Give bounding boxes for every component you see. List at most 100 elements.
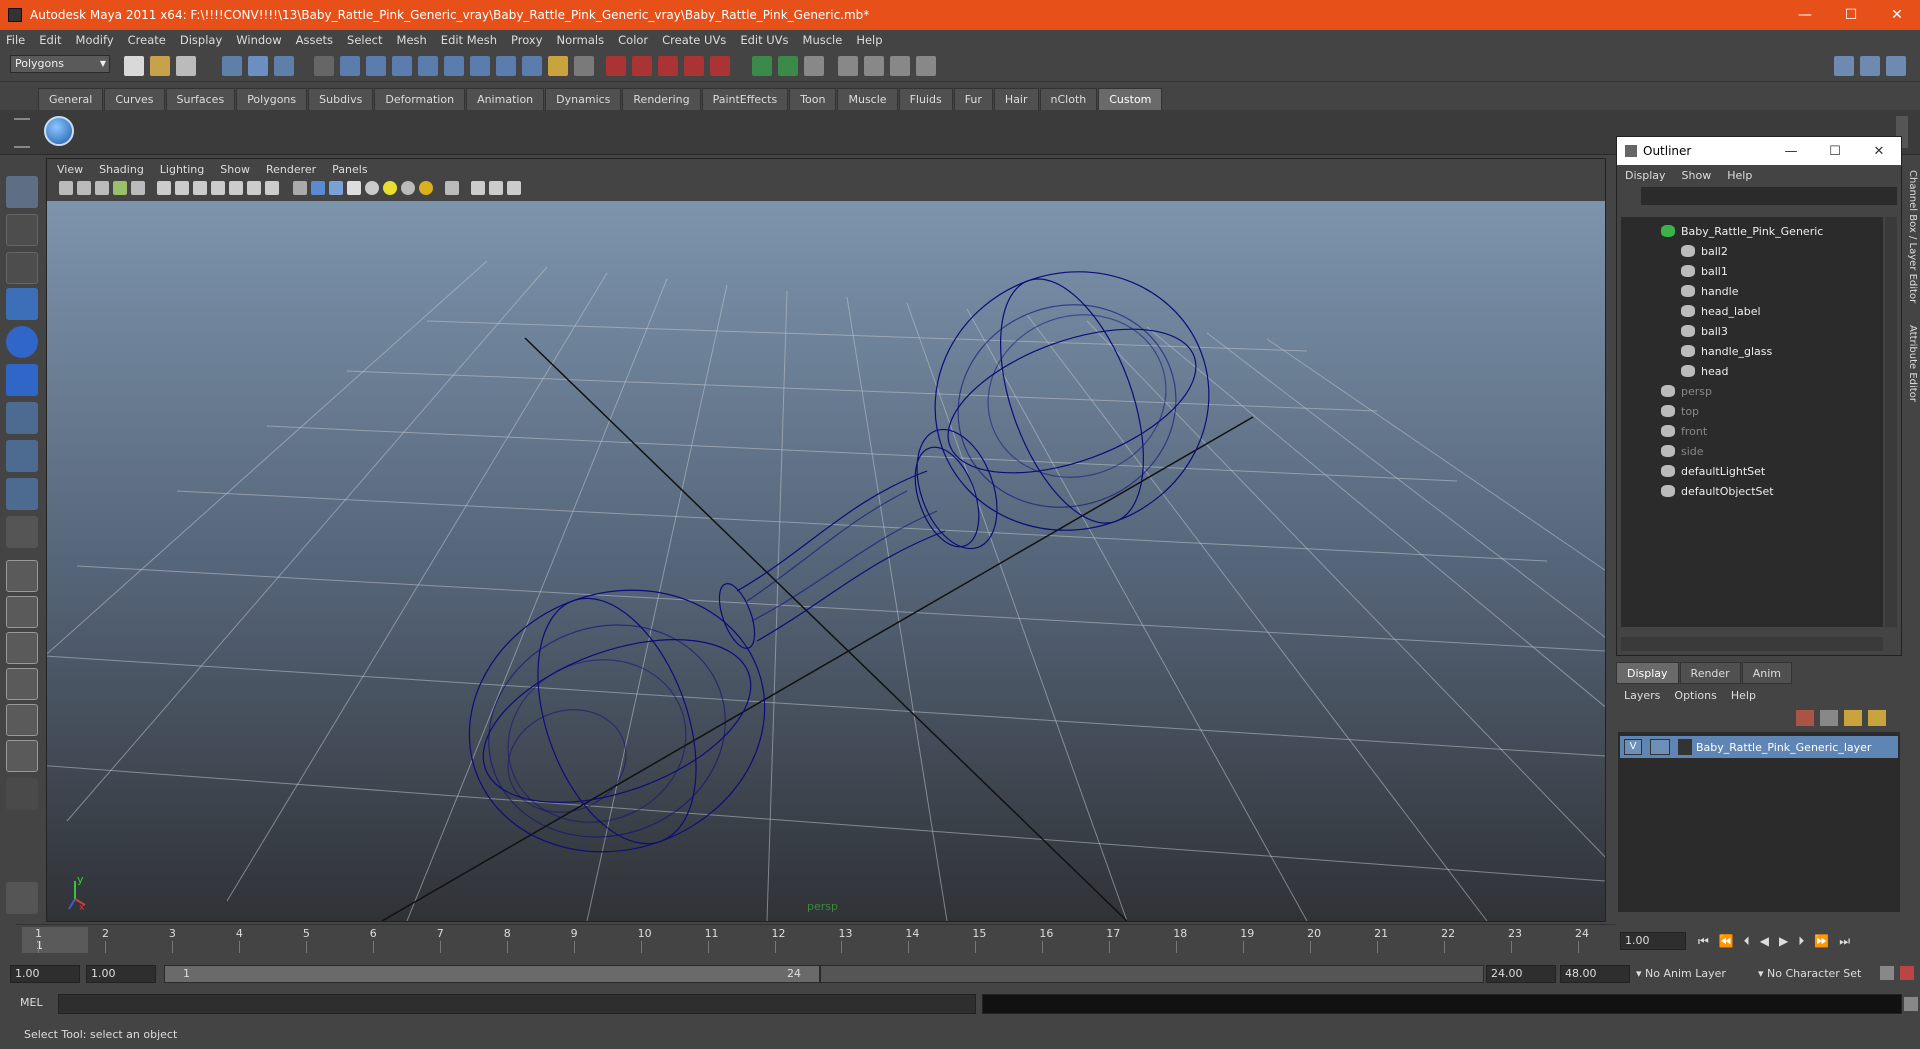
- start-time-field[interactable]: 1.00: [10, 965, 80, 983]
- shadows-icon[interactable]: [401, 181, 415, 195]
- shelf-tab-subdivs[interactable]: Subdivs: [308, 88, 374, 110]
- lock-selection-icon[interactable]: [314, 56, 334, 76]
- perspective-viewport[interactable]: View Shading Lighting Show Renderer Pane…: [46, 158, 1606, 922]
- menu-file[interactable]: File: [6, 33, 25, 47]
- shelf-tab-deformation[interactable]: Deformation: [374, 88, 466, 110]
- safe-action-icon[interactable]: [247, 181, 261, 195]
- construction-history-icon[interactable]: [470, 56, 490, 76]
- viewport-menu-shading[interactable]: Shading: [99, 163, 144, 176]
- outliner-close-button[interactable]: ✕: [1857, 144, 1901, 159]
- new-scene-icon[interactable]: [124, 56, 144, 76]
- shelf-tab-fluids[interactable]: Fluids: [898, 88, 953, 110]
- smooth-shade-icon[interactable]: [311, 181, 325, 195]
- xray-joints-icon[interactable]: [489, 181, 503, 195]
- layer-type-toggle[interactable]: [1650, 739, 1670, 755]
- image-plane-icon[interactable]: [113, 181, 127, 195]
- outliner-item-ball2[interactable]: ball2: [1621, 241, 1883, 261]
- new-layer-from-selected-icon[interactable]: [1820, 710, 1838, 726]
- step-forward-frame-icon[interactable]: ⏵: [1798, 934, 1804, 949]
- outliner-layout-icon[interactable]: [6, 740, 38, 772]
- select-component-icon[interactable]: [274, 56, 294, 76]
- lock-icon[interactable]: [548, 56, 568, 76]
- shelf-tab-muscle[interactable]: Muscle: [837, 88, 898, 110]
- paint-select-icon[interactable]: [6, 252, 38, 284]
- command-language-label[interactable]: MEL: [20, 996, 43, 1009]
- move-tool-icon[interactable]: [6, 288, 38, 320]
- render-current-icon[interactable]: [752, 56, 772, 76]
- camera-select-icon[interactable]: [59, 181, 73, 195]
- save-scene-icon[interactable]: [176, 56, 196, 76]
- auto-key-icon[interactable]: [1880, 966, 1894, 980]
- layer-color-swatch[interactable]: [1678, 739, 1692, 755]
- snap-grid-icon[interactable]: [340, 56, 360, 76]
- layer-tab-anim[interactable]: Anim: [1741, 662, 1792, 684]
- menu-set-selector[interactable]: Polygons: [10, 55, 110, 73]
- menu-color[interactable]: Color: [618, 33, 648, 47]
- xray-icon[interactable]: [471, 181, 485, 195]
- single-perspective-layout-icon[interactable]: [6, 560, 38, 592]
- soft-modification-icon[interactable]: [6, 440, 38, 472]
- field-chart-icon[interactable]: [229, 181, 243, 195]
- outliner-item-ball1[interactable]: ball1: [1621, 261, 1883, 281]
- shelf-tab-custom[interactable]: Custom: [1098, 88, 1163, 110]
- outliner-scrollbar[interactable]: [1885, 217, 1897, 627]
- menu-edit[interactable]: Edit: [39, 33, 61, 47]
- render-view-icon[interactable]: [864, 56, 884, 76]
- shelf-tab-fur[interactable]: Fur: [953, 88, 993, 110]
- snap-view-plane-icon[interactable]: [418, 56, 438, 76]
- layer-visibility-toggle[interactable]: V: [1624, 739, 1642, 755]
- menu-create[interactable]: Create: [128, 33, 166, 47]
- outliner-maximize-button[interactable]: ☐: [1813, 144, 1857, 159]
- menu-modify[interactable]: Modify: [76, 33, 114, 47]
- menu-mesh[interactable]: Mesh: [397, 33, 427, 47]
- layer-tab-render[interactable]: Render: [1679, 662, 1741, 684]
- shelf-tab-dynamics[interactable]: Dynamics: [545, 88, 622, 110]
- snap-curve-icon[interactable]: [366, 56, 386, 76]
- outliner-item-handle[interactable]: handle: [1621, 281, 1883, 301]
- magnet-2-icon[interactable]: [632, 56, 652, 76]
- layer-menu-options[interactable]: Options: [1674, 689, 1716, 702]
- shelf-menu-icon[interactable]: [14, 118, 30, 148]
- layer-list[interactable]: V Baby_Rattle_Pink_Generic_layer: [1618, 732, 1900, 912]
- hypershade-layout-icon[interactable]: [6, 704, 38, 736]
- four-view-layout-icon[interactable]: [6, 596, 38, 628]
- go-to-start-icon[interactable]: ⏮: [1698, 934, 1709, 949]
- snap-live-icon[interactable]: [444, 56, 464, 76]
- playback-start-field[interactable]: 1.00: [86, 965, 156, 983]
- magnet-1-icon[interactable]: [606, 56, 626, 76]
- animation-preferences-icon[interactable]: [1900, 966, 1914, 980]
- render-settings-icon[interactable]: [804, 56, 824, 76]
- new-empty-layer-icon[interactable]: [1796, 710, 1814, 726]
- current-time-field[interactable]: 1.00: [1620, 932, 1686, 950]
- two-d-pan-icon[interactable]: [131, 181, 145, 195]
- attribute-editor-side-tab[interactable]: Attribute Editor: [1904, 325, 1918, 525]
- playback-end-field[interactable]: 24.00: [1486, 965, 1556, 983]
- minimize-button[interactable]: —: [1782, 0, 1828, 30]
- current-time-indicator[interactable]: [22, 927, 88, 953]
- go-to-end-icon[interactable]: ⏭: [1839, 934, 1850, 949]
- viewport-canvas[interactable]: y x persp: [47, 201, 1605, 921]
- show-attribute-editor-icon[interactable]: [1834, 56, 1854, 76]
- magnet-3-icon[interactable]: [658, 56, 678, 76]
- input-output-icon[interactable]: [496, 56, 516, 76]
- outliner-item-ball3[interactable]: ball3: [1621, 321, 1883, 341]
- hypershade-icon[interactable]: [838, 56, 858, 76]
- show-manipulator-icon[interactable]: [6, 478, 38, 510]
- camera-attributes-icon[interactable]: [77, 181, 91, 195]
- outliner-item-front[interactable]: front: [1621, 421, 1883, 441]
- viewport-menu-renderer[interactable]: Renderer: [266, 163, 316, 176]
- xray-active-icon[interactable]: [507, 181, 521, 195]
- outliner-menu-help[interactable]: Help: [1727, 169, 1752, 182]
- viewport-menu-panels[interactable]: Panels: [332, 163, 367, 176]
- quick-layout-icon[interactable]: [6, 882, 38, 914]
- snap-point-icon[interactable]: [392, 56, 412, 76]
- shelf-tab-hair[interactable]: Hair: [993, 88, 1039, 110]
- shelf-tab-curves[interactable]: Curves: [104, 88, 165, 110]
- grid-icon[interactable]: [157, 181, 171, 195]
- gate-mask-icon[interactable]: [211, 181, 225, 195]
- wireframe-icon[interactable]: [293, 181, 307, 195]
- range-slider-track[interactable]: [820, 965, 1484, 983]
- all-lights-icon[interactable]: [383, 181, 397, 195]
- select-arrow-icon[interactable]: [6, 176, 38, 208]
- wireframe-on-shaded-icon[interactable]: [329, 181, 343, 195]
